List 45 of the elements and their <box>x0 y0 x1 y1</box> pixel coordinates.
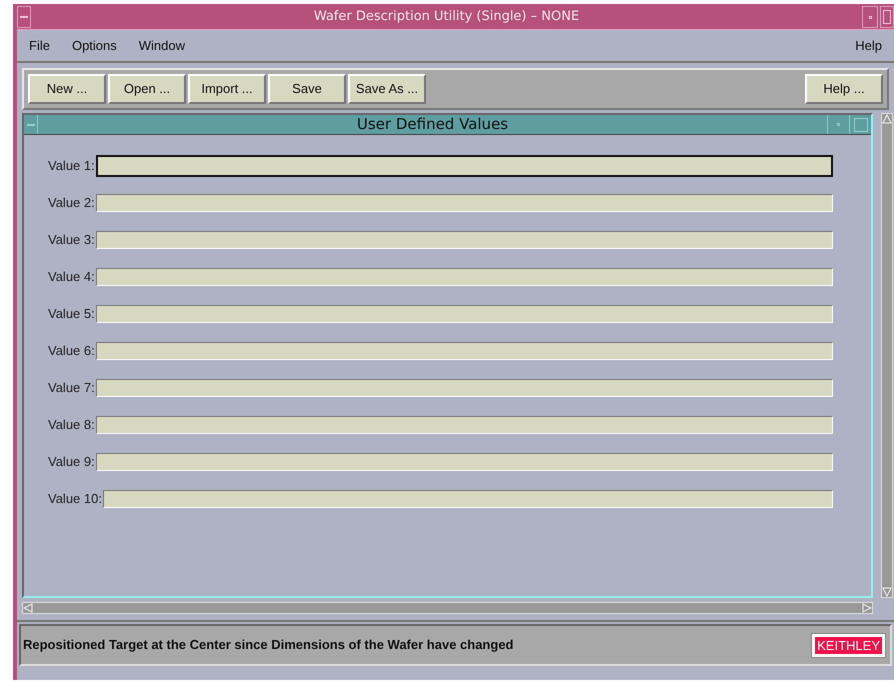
field-label: Value 3: <box>48 231 95 250</box>
input-field[interactable] <box>96 231 833 249</box>
toolbar-button[interactable]: New ... <box>28 74 106 104</box>
window-title: Wafer Description Utility (Single) – NONE <box>312 8 580 26</box>
field-label: Value 4: <box>48 268 95 286</box>
toolbar-button[interactable]: Help ... <box>805 74 883 104</box>
toolbar-button[interactable]: Save As ... <box>348 74 426 104</box>
field-label: Value 7: <box>48 379 95 398</box>
input-field[interactable] <box>96 453 833 471</box>
menu-item[interactable]: Options <box>72 36 117 56</box>
input-field[interactable] <box>96 194 833 212</box>
field-label: Value 8: <box>48 416 95 434</box>
field-label: Value 6: <box>48 342 95 360</box>
minimize-icon[interactable] <box>862 6 878 28</box>
input-field[interactable] <box>96 268 833 286</box>
input-field[interactable] <box>102 490 833 508</box>
scroll-left-icon[interactable] <box>23 603 33 613</box>
menu-item[interactable]: Window <box>138 36 186 56</box>
input-field[interactable] <box>96 379 833 397</box>
toolbar-button[interactable]: Import ... <box>188 74 266 104</box>
vertical-scrollbar[interactable] <box>881 113 893 598</box>
toolbar-button[interactable]: Save <box>268 74 346 104</box>
logo: KEITHLEY <box>815 636 882 654</box>
field-label: Value 1: <box>48 157 95 176</box>
menu-item[interactable]: File <box>29 36 50 56</box>
scroll-up-icon[interactable] <box>882 114 892 124</box>
field-label: Value 10: <box>48 490 102 508</box>
field-label: Value 5: <box>48 305 95 324</box>
maximize-icon[interactable] <box>880 6 894 28</box>
scroll-down-icon[interactable] <box>882 587 892 597</box>
horizontal-scrollbar[interactable] <box>22 602 873 614</box>
status-message: Repositioned Target at the Center since Dimensions of the Wafer have changed <box>23 636 514 654</box>
panel-title: User Defined Values <box>356 114 510 136</box>
input-field[interactable] <box>96 342 833 360</box>
menu-item[interactable]: Help <box>855 36 882 56</box>
field-label: Value 9: <box>48 453 95 472</box>
input-field[interactable] <box>96 416 833 434</box>
window-menu-icon[interactable] <box>17 6 31 28</box>
input-field[interactable] <box>96 155 833 177</box>
field-label: Value 2: <box>48 194 95 212</box>
maximize-icon[interactable] <box>849 115 871 134</box>
scroll-right-icon[interactable] <box>862 603 872 613</box>
window-menu-icon[interactable] <box>24 115 38 134</box>
toolbar-button[interactable]: Open ... <box>108 74 186 104</box>
input-field[interactable] <box>96 305 833 323</box>
